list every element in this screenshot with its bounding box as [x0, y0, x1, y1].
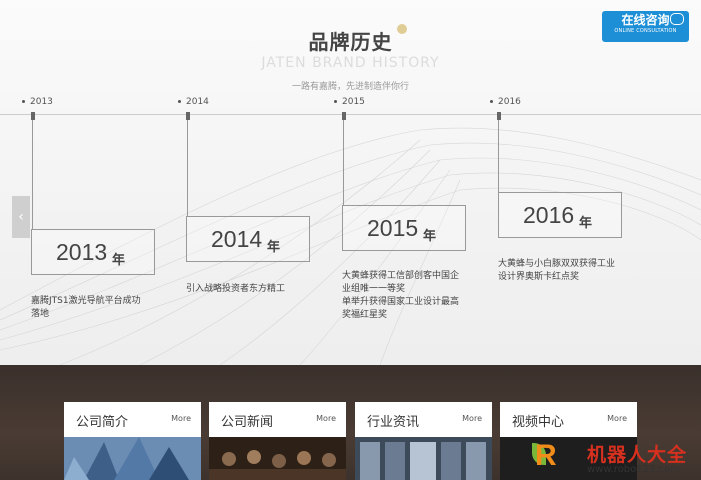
milestone-year-suffix: 年 [112, 253, 126, 268]
milestone-year: 2013 [56, 239, 108, 265]
timeline-year-2015[interactable]: 2015 [342, 97, 365, 107]
milestone-year: 2014 [211, 226, 263, 252]
timeline-dot [334, 100, 337, 103]
milestone-year: 2016 [523, 202, 575, 228]
timeline-connector [32, 120, 33, 229]
card-title: 行业资讯 [367, 415, 420, 430]
timeline-connector [187, 120, 188, 216]
milestone-description: 大黄蜂获得工信部创客中国企业组唯一一等奖 单举升获得国家工业设计最高奖福红星奖 [342, 271, 460, 320]
chat-bubble-icon [670, 13, 684, 25]
more-link[interactable]: More [171, 414, 191, 423]
milestone-year-suffix: 年 [423, 229, 437, 244]
brand-history-section: 品牌历史 JATEN BRAND HISTORY 一路有嘉腾，先进制造伴你行 在… [0, 0, 701, 365]
timeline-tick [186, 112, 190, 120]
prev-arrow-button[interactable]: ‹ [12, 196, 30, 238]
more-link[interactable]: More [316, 414, 336, 423]
timeline-year-2016[interactable]: 2016 [498, 97, 521, 107]
page-subtitle-english: JATEN BRAND HISTORY [261, 55, 440, 71]
timeline-tick [342, 112, 346, 120]
card-company-intro[interactable]: 公司简介 More [64, 402, 201, 480]
timeline-dot [22, 100, 25, 103]
milestone-year: 2015 [367, 215, 419, 241]
timeline-year-2013[interactable]: 2013 [30, 97, 53, 107]
more-link[interactable]: More [607, 414, 627, 423]
timeline-axis [0, 114, 701, 115]
watermark-logo: R 机器人大全 www.robo123.com [530, 437, 701, 480]
milestone-year-suffix: 年 [267, 240, 281, 255]
skyscraper-image [64, 437, 201, 480]
card-title: 视频中心 [512, 415, 565, 430]
timeline-connector [343, 120, 344, 205]
card-industry-news[interactable]: 行业资讯 More [355, 402, 492, 480]
milestone-box-2013: 2013 年 [31, 229, 155, 275]
card-company-news[interactable]: 公司新闻 More [209, 402, 346, 480]
card-title: 公司新闻 [221, 415, 274, 430]
timeline-connector [498, 120, 499, 192]
timeline-tick [497, 112, 501, 120]
consult-label-en: ONLINE CONSULTATION [614, 28, 677, 34]
page-title: 品牌历史 [308, 30, 393, 54]
page-slogan: 一路有嘉腾，先进制造伴你行 [291, 82, 409, 92]
timeline-dot [490, 100, 493, 103]
timeline-tick [31, 112, 35, 120]
logo-mark-icon: R [535, 439, 557, 472]
watermark-url: www.robo123.com [587, 464, 680, 475]
timeline-year-2014[interactable]: 2014 [186, 97, 209, 107]
milestone-box-2014: 2014 年 [186, 216, 310, 262]
watermark-name: 机器人大全 [587, 444, 688, 466]
more-link[interactable]: More [462, 414, 482, 423]
milestone-description: 大黄蜂与小白豚双双获得工业设计界奥斯卡红点奖 [498, 259, 616, 282]
milestone-box-2016: 2016 年 [498, 192, 622, 238]
milestone-description: 嘉腾JTS1激光导航平台成功落地 [31, 296, 141, 319]
milestone-box-2015: 2015 年 [342, 205, 466, 251]
chevron-left-icon: ‹ [18, 209, 24, 225]
online-consultation-button[interactable]: 在线咨询 ONLINE CONSULTATION [602, 11, 689, 42]
card-title: 公司简介 [76, 415, 129, 430]
milestone-year-suffix: 年 [579, 216, 593, 231]
warehouse-image [355, 437, 492, 480]
group-photo-image [209, 437, 346, 480]
title-decoration-icon [397, 24, 407, 34]
milestone-description: 引入战略投资者东方精工 [186, 284, 286, 294]
timeline-dot [178, 100, 181, 103]
